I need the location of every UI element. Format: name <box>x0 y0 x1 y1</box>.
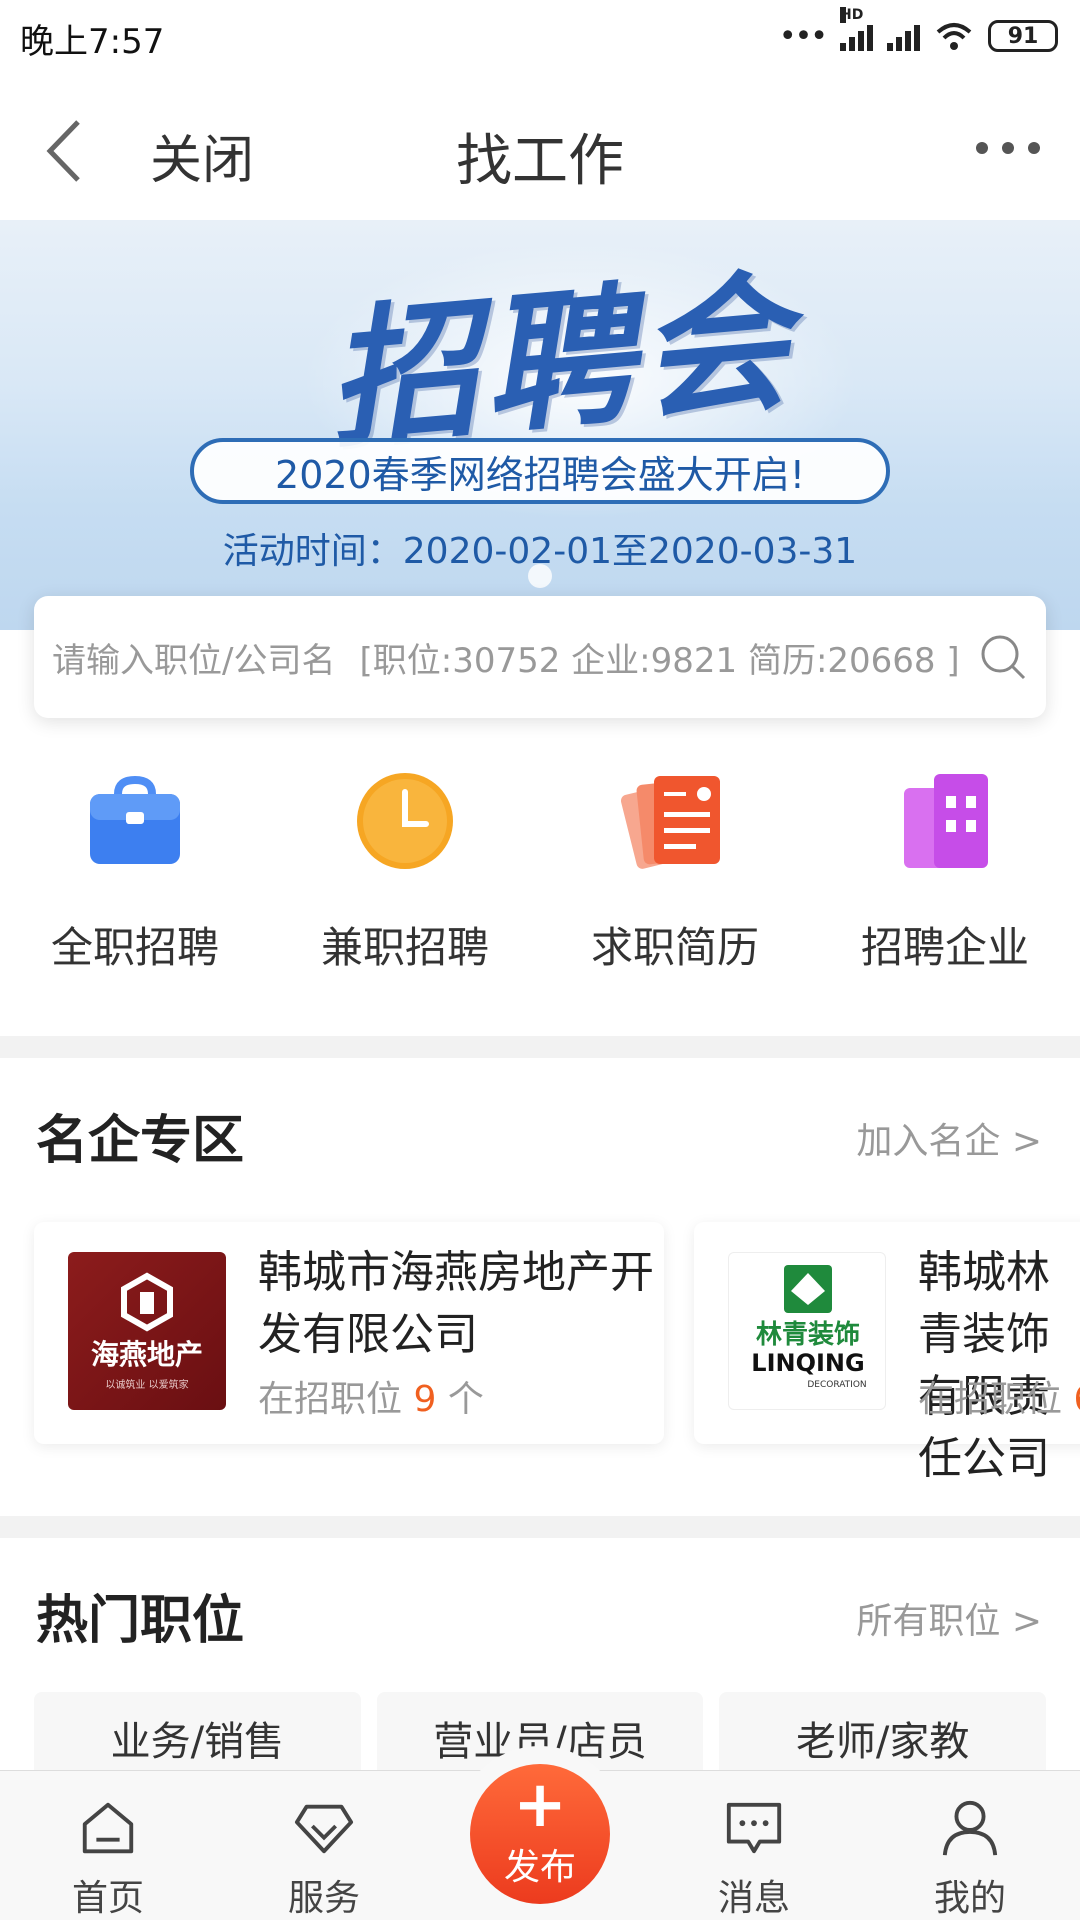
haiyan-logo-icon: 海燕地产 以诚筑业 以爱筑家 <box>91 1272 203 1391</box>
diamond-icon <box>294 1804 354 1854</box>
search-icon[interactable] <box>978 632 1028 682</box>
status-icons: ••• HD 91 <box>778 7 1058 58</box>
tab-service[interactable]: 服务 <box>234 1771 414 1920</box>
clock-icon <box>357 773 453 869</box>
quick-entries: 全职招聘 兼职招聘 求职简历 招聘企业 <box>0 760 1080 1020</box>
open-positions-label: 在招职位 <box>258 1379 403 1420</box>
tab-label: 我的 <box>933 1878 1006 1919</box>
user-icon <box>942 1800 998 1856</box>
company-card[interactable]: 林青装饰 LINQING DECORATION 韩城林青装饰有限责任公司 在招职… <box>694 1222 1080 1484</box>
tab-label: 消息 <box>717 1878 790 1919</box>
logo-subtext: 以诚筑业 以爱筑家 <box>105 1378 188 1391</box>
open-positions-count: 6 <box>1073 1379 1080 1420</box>
hot-jobs-title: 热门职位 <box>36 1591 245 1651</box>
status-time: 晚上7:57 <box>20 22 165 62</box>
message-icon <box>726 1802 782 1854</box>
tab-home[interactable]: 首页 <box>18 1771 198 1920</box>
recruitment-banner[interactable]: 招聘会 2020春季网络招聘会盛大开启! 活动时间：2020-02-01至202… <box>0 220 1080 630</box>
company-logo: 林青装饰 LINQING DECORATION <box>728 1252 886 1410</box>
battery-icon: 91 <box>988 20 1058 52</box>
resume-icon <box>620 776 720 869</box>
company-name: 韩城林青装饰有限责任公司 <box>918 1247 1050 1484</box>
status-bar: 晚上7:57 ••• HD 91 <box>0 0 1080 80</box>
search-placeholder: 请输入职位/公司名 [职位:30752 企业:9821 简历:20668 ] <box>52 633 960 682</box>
open-positions: 在招职位 9 个 <box>258 1370 484 1422</box>
dots-icon: ••• <box>778 18 828 54</box>
signal-icon: HD <box>840 7 873 51</box>
carousel-indicator <box>528 564 552 588</box>
publish-button[interactable]: + 发布 <box>470 1764 610 1904</box>
signal-icon-2 <box>887 21 920 51</box>
quick-entry-companies[interactable]: 招聘企业 <box>810 760 1080 1020</box>
open-positions-label: 在招职位 <box>918 1379 1063 1420</box>
quick-entry-resume[interactable]: 求职简历 <box>540 760 810 1020</box>
nav-bar: 关闭 找工作 <box>0 80 1080 220</box>
all-jobs-link[interactable]: 所有职位 > <box>856 1592 1042 1644</box>
join-famous-link[interactable]: 加入名企 > <box>856 1112 1042 1164</box>
tab-label: 首页 <box>71 1878 144 1919</box>
company-card[interactable]: 海燕地产 以诚筑业 以爱筑家 韩城市海燕房地产开发有限公司 在招职位 9 个 <box>34 1222 664 1444</box>
home-icon <box>82 1802 134 1854</box>
quick-entry-label: 兼职招聘 <box>320 923 489 972</box>
quick-entry-label: 求职简历 <box>590 923 759 972</box>
publish-label: 发布 <box>503 1847 576 1888</box>
banner-headline: 2020春季网络招聘会盛大开启! <box>190 438 890 504</box>
more-menu-icon[interactable] <box>976 142 1040 154</box>
logo-text: 海燕地产 <box>91 1338 203 1371</box>
page-title: 找工作 <box>456 129 624 194</box>
logo-subtext: DECORATION <box>807 1380 866 1390</box>
linqing-logo-icon: 林青装饰 LINQING DECORATION <box>751 1265 867 1390</box>
company-logo: 海燕地产 以诚筑业 以爱筑家 <box>68 1252 226 1410</box>
quick-entry-parttime[interactable]: 兼职招聘 <box>270 760 540 1020</box>
tab-label: 服务 <box>287 1878 360 1919</box>
company-name: 韩城市海燕房地产开发有限公司 <box>258 1247 654 1360</box>
quick-entry-fulltime[interactable]: 全职招聘 <box>0 760 270 1020</box>
tab-messages[interactable]: 消息 <box>664 1771 844 1920</box>
section-divider <box>0 1036 1080 1058</box>
search-stats: [职位:30752 企业:9821 简历:20668 ] <box>359 640 960 681</box>
section-divider <box>0 1516 1080 1538</box>
open-positions-count: 9 <box>413 1379 437 1420</box>
quick-entry-label: 招聘企业 <box>860 923 1029 972</box>
search-input[interactable]: 请输入职位/公司名 [职位:30752 企业:9821 简历:20668 ] <box>34 596 1046 718</box>
open-positions: 在招职位 6 <box>918 1370 1080 1422</box>
briefcase-icon <box>90 775 180 864</box>
famous-section-title: 名企专区 <box>36 1111 245 1171</box>
logo-en-text: LINQING <box>751 1349 864 1377</box>
wifi-icon <box>936 23 972 50</box>
search-placeholder-text: 请输入职位/公司名 <box>52 640 336 681</box>
page: 晚上7:57 ••• HD 91 关闭 找工作 招聘会 2020春季网络招聘会盛… <box>0 0 1080 1920</box>
plus-icon: + <box>513 1768 567 1842</box>
building-icon <box>904 774 988 868</box>
tab-mine[interactable]: 我的 <box>880 1771 1060 1920</box>
open-positions-unit: 个 <box>447 1379 484 1420</box>
quick-entry-label: 全职招聘 <box>50 923 219 972</box>
logo-text: 林青装饰 <box>756 1320 860 1350</box>
network-type: HD <box>840 7 864 23</box>
